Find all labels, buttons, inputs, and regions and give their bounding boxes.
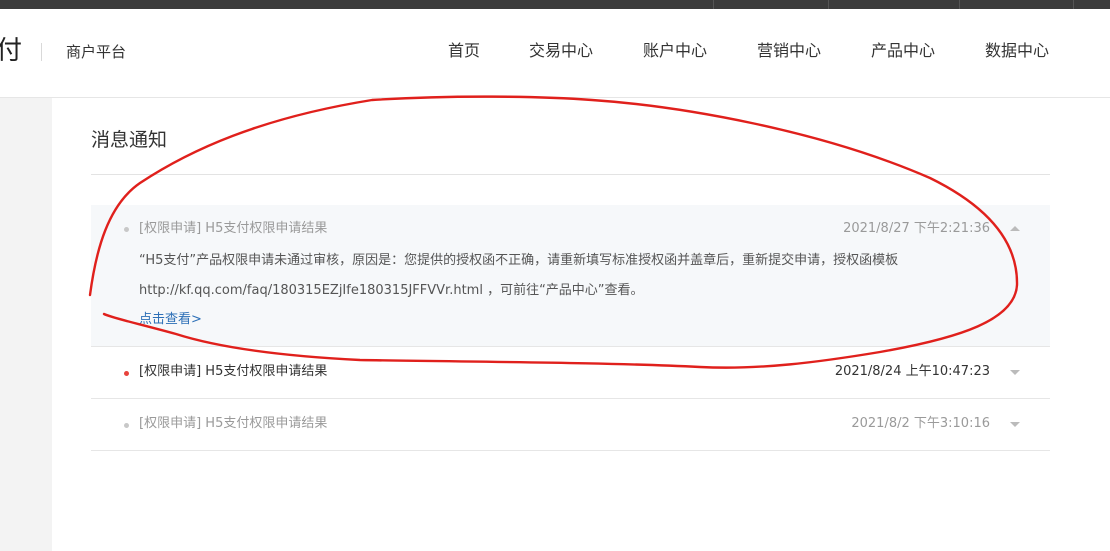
top-strip-divider [713, 0, 714, 9]
message-title[interactable]: [权限申请] H5支付权限申请结果 [139, 415, 327, 433]
message-title[interactable]: [权限申请] H5支付权限申请结果 [139, 363, 327, 381]
message-item[interactable]: [权限申请] H5支付权限申请结果 2021/8/27 下午2:21:36 “H… [91, 205, 1050, 347]
page-title: 消息通知 [91, 129, 168, 151]
nav-item-product-center[interactable]: 产品中心 [871, 40, 935, 62]
message-time: 2021/8/27 下午2:21:36 [843, 221, 990, 236]
message-time: 2021/8/24 上午10:47:23 [834, 364, 990, 379]
platform-label: 商户平台 [66, 43, 127, 61]
nav-item-account-center[interactable]: 账户中心 [643, 40, 707, 62]
unread-status-dot [124, 371, 129, 376]
browser-top-strip [0, 0, 1110, 9]
message-tag: [权限申请] [139, 364, 202, 379]
message-tag: [权限申请] [139, 221, 202, 236]
caret-down-icon[interactable] [1010, 422, 1020, 427]
message-time: 2021/8/2 下午3:10:16 [851, 416, 990, 431]
sidebar [0, 98, 52, 551]
message-item[interactable]: [权限申请] H5支付权限申请结果 2021/8/24 上午10:47:23 [91, 347, 1050, 399]
main-content: 消息通知 [权限申请] H5支付权限申请结果 2021/8/27 下午2:21:… [52, 98, 1110, 551]
title-divider [91, 174, 1050, 175]
top-strip-divider [1073, 0, 1074, 9]
message-subject: H5支付权限申请结果 [205, 221, 328, 236]
message-tag: [权限申请] [139, 416, 202, 431]
nav-item-home[interactable]: 首页 [448, 40, 480, 62]
message-subject: H5支付权限申请结果 [205, 416, 328, 431]
read-status-dot [124, 423, 129, 428]
site-header: 付 商户平台 首页 交易中心 账户中心 营销中心 产品中心 数据中心 [0, 9, 1110, 98]
message-body-line: “H5支付”产品权限申请未通过审核，原因是：您提供的授权函不正确，请重新填写标准… [139, 253, 899, 268]
message-item[interactable]: [权限申请] H5支付权限申请结果 2021/8/2 下午3:10:16 [91, 399, 1050, 451]
logo[interactable]: 付 [0, 35, 22, 67]
read-status-dot [124, 227, 129, 232]
message-body-line: http://kf.qq.com/faq/180315EZjIfe180315J… [139, 283, 644, 298]
caret-up-icon[interactable] [1010, 226, 1020, 231]
message-title[interactable]: [权限申请] H5支付权限申请结果 [139, 220, 327, 238]
message-subject: H5支付权限申请结果 [205, 364, 328, 379]
nav-item-data-center[interactable]: 数据中心 [985, 40, 1049, 62]
nav-item-trade-center[interactable]: 交易中心 [529, 40, 593, 62]
nav-item-marketing-center[interactable]: 营销中心 [757, 40, 821, 62]
caret-down-icon[interactable] [1010, 370, 1020, 375]
top-strip-divider [828, 0, 829, 9]
top-strip-divider [959, 0, 960, 9]
view-detail-link[interactable]: 点击查看> [139, 311, 202, 329]
brand-divider [41, 43, 42, 61]
